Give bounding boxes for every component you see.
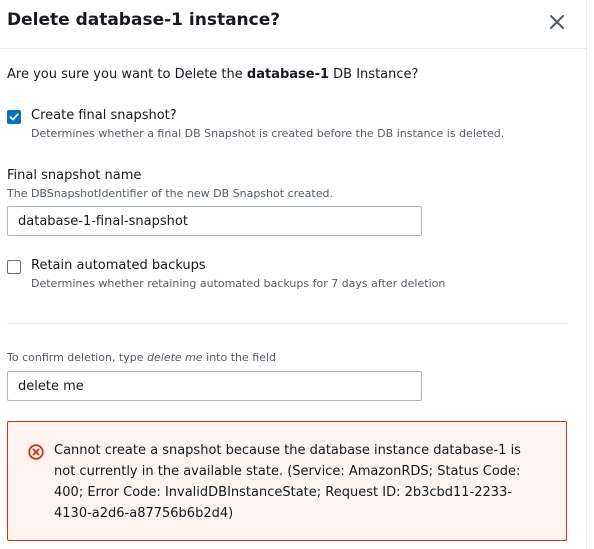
dialog-header: Delete database-1 instance? <box>0 0 586 49</box>
snapshot-name-input[interactable] <box>7 206 422 236</box>
snapshot-name-description: The DBSnapshotIdentifier of the new DB S… <box>7 187 333 200</box>
error-alert: Cannot create a snapshot because the dat… <box>7 421 567 541</box>
snapshot-name-label: Final snapshot name <box>7 168 142 183</box>
close-icon <box>550 15 564 29</box>
section-divider <box>7 323 567 324</box>
db-instance-name: database-1 <box>246 67 330 82</box>
retain-automated-backups-label[interactable]: Retain automated backups <box>31 258 206 273</box>
confirm-deletion-input[interactable] <box>7 371 422 401</box>
retain-automated-backups-description: Determines whether retaining automated b… <box>31 277 446 290</box>
close-button[interactable] <box>546 11 568 33</box>
retain-automated-backups-checkbox[interactable] <box>7 260 21 274</box>
create-final-snapshot-checkbox[interactable] <box>7 110 21 124</box>
confirm-deletion-hint: To confirm deletion, type delete me into… <box>7 351 277 364</box>
confirm-keyword: delete me <box>147 351 203 364</box>
error-icon <box>28 444 44 460</box>
create-final-snapshot-label[interactable]: Create final snapshot? <box>31 108 177 123</box>
error-message: Cannot create a snapshot because the dat… <box>54 443 521 521</box>
delete-instance-dialog: Delete database-1 instance? Are you sure… <box>0 0 587 549</box>
checkmark-icon <box>9 113 19 121</box>
delete-confirmation-question: Are you sure you want to Delete the data… <box>7 67 419 82</box>
create-final-snapshot-description: Determines whether a final DB Snapshot i… <box>31 127 505 140</box>
dialog-title: Delete database-1 instance? <box>7 10 281 30</box>
